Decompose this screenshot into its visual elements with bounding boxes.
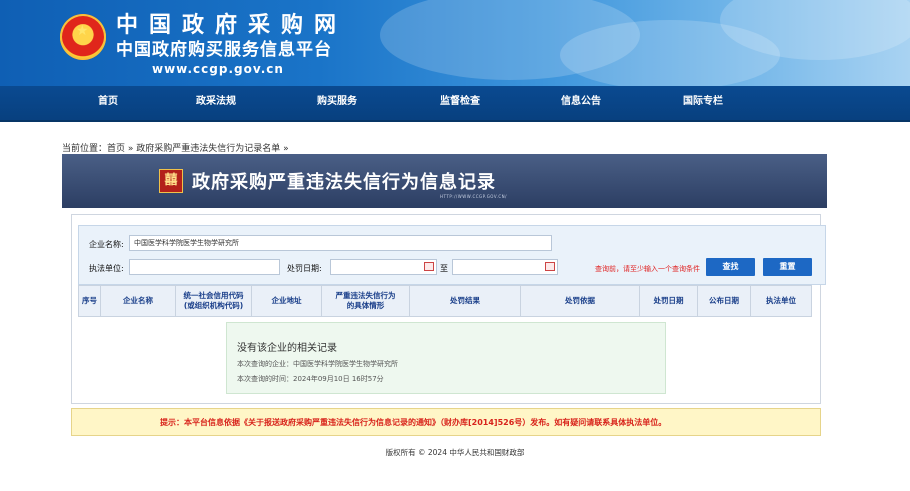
column-header: 统一社会信用代码 (或组织机构代码) (176, 286, 252, 316)
site-subtitle: 中国政府购买服务信息平台 (116, 40, 332, 60)
date-from-input[interactable] (330, 259, 437, 275)
column-header: 企业名称 (101, 286, 176, 316)
page-title: 政府采购严重违法失信行为信息记录 (192, 172, 496, 193)
agency-label: 执法单位: (89, 264, 124, 273)
search-button[interactable]: 查找 (706, 258, 755, 276)
no-results-title: 没有该企业的相关记录 (237, 343, 337, 354)
nav-item-home[interactable]: 首页 (98, 86, 118, 120)
national-emblem-icon: ★ (60, 14, 106, 60)
column-header: 公布日期 (698, 286, 751, 316)
nav-item-regulations[interactable]: 政采法规 (196, 86, 236, 120)
query-time: 本次查询的时间：2024年09月10日 16时57分 (237, 375, 384, 383)
site-name: 中国政府采购网 (116, 13, 348, 38)
nav-item-purchase-services[interactable]: 购买服务 (317, 86, 357, 120)
nav-item-supervision[interactable]: 监督检查 (440, 86, 480, 120)
copyright: 版权所有 © 2024 中华人民共和国财政部 (385, 448, 525, 457)
seal-icon: 囍 (159, 169, 183, 193)
nav-item-announcements[interactable]: 信息公告 (561, 86, 601, 120)
column-header: 执法单位 (766, 296, 796, 305)
column-header: 严重违法失信行为 的具体情形 (322, 286, 410, 316)
column-header: 处罚日期 (640, 286, 698, 316)
notice-bar: 提示：本平台信息依据《关于报送政府采购严重违法失信行为信息记录的通知》（财办库[… (71, 408, 821, 436)
company-name-label: 企业名称: (89, 240, 124, 249)
column-header: 处罚结果 (410, 286, 521, 316)
page-title-band: 囍 政府采购严重违法失信行为信息记录 HTTP://WWW.CCGP.GOV.C… (62, 154, 827, 208)
title-url: HTTP://WWW.CCGP.GOV.CN/ (440, 194, 508, 199)
date-to-label: 至 (440, 264, 448, 273)
calendar-icon[interactable] (545, 262, 555, 271)
column-header: 处罚依据 (521, 286, 640, 316)
search-tip: 查询前，请至少输入一个查询条件 (595, 265, 700, 273)
search-form (78, 225, 826, 285)
nav-item-international[interactable]: 国际专栏 (683, 86, 723, 120)
site-url[interactable]: www.ccgp.gov.cn (152, 62, 284, 76)
header-banner: ★ 中国政府采购网 中国政府购买服务信息平台 www.ccgp.gov.cn (0, 0, 910, 86)
column-header: 企业地址 (252, 286, 322, 316)
breadcrumb: 当前位置：首页 » 政府采购严重违法失信行为记录名单 » (62, 144, 289, 154)
agency-input[interactable] (129, 259, 280, 275)
date-to-input[interactable] (452, 259, 558, 275)
company-name-input[interactable]: 中国医学科学院医学生物学研究所 (129, 235, 552, 251)
reset-button[interactable]: 重置 (763, 258, 812, 276)
date-label: 处罚日期: (287, 264, 322, 273)
queried-company: 本次查询的企业：中国医学科学院医学生物学研究所 (237, 360, 398, 368)
notice-text: 提示：本平台信息依据《关于报送政府采购严重违法失信行为信息记录的通知》（财办库[… (160, 418, 667, 427)
calendar-icon[interactable] (424, 262, 434, 271)
column-header: 序号 (79, 286, 101, 316)
results-table-header: 序号 企业名称 统一社会信用代码 (或组织机构代码) 企业地址 严重违法失信行为的… (78, 285, 812, 317)
no-results-message: 没有该企业的相关记录 本次查询的企业：中国医学科学院医学生物学研究所 本次查询的… (226, 322, 666, 394)
main-nav: 首页 政采法规 购买服务 监督检查 信息公告 国际专栏 (0, 86, 910, 122)
